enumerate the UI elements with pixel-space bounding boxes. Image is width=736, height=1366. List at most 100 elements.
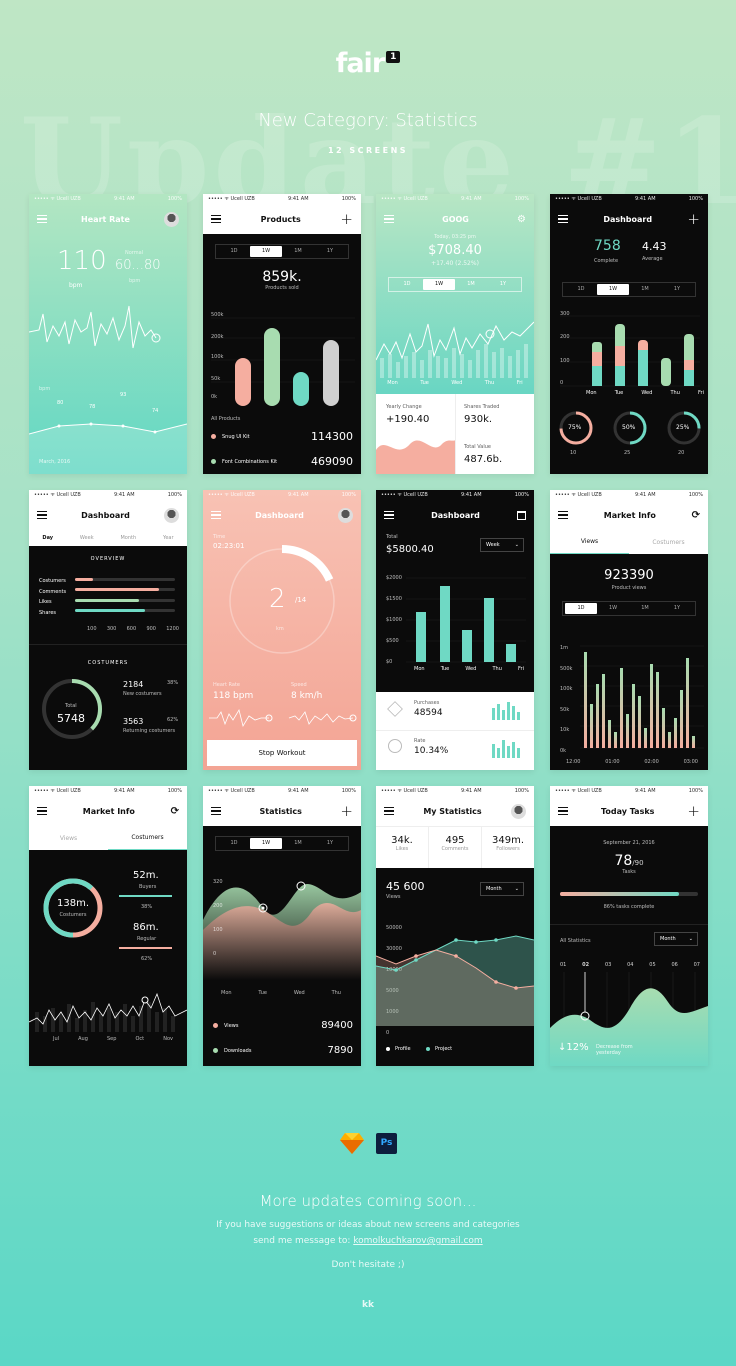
y-tick: 500k	[211, 312, 224, 318]
stock-date: Today, 03:25 pm	[434, 234, 476, 240]
menu-icon[interactable]	[211, 807, 221, 815]
stop-workout-button[interactable]: Stop Workout	[207, 740, 357, 766]
period-select[interactable]: Month ⌄	[654, 932, 698, 946]
menu-icon[interactable]	[558, 807, 568, 815]
plus-icon[interactable]: +	[687, 211, 700, 227]
average-value: 4.43	[642, 240, 667, 253]
tab-views[interactable]: Views	[29, 835, 108, 842]
tab-1y[interactable]: 1Y	[661, 603, 693, 614]
tab-1d[interactable]: 1D	[218, 246, 250, 257]
legend-downloads: Downloads 7890	[213, 1045, 353, 1056]
purchases-mini-bars	[492, 702, 520, 720]
screen-title: Market Info	[82, 806, 135, 816]
screen-workout: ••••• ᯤ Ucell UZB 9:41 AM 100% Dashboard T…	[203, 490, 361, 770]
tab-1y[interactable]: 1Y	[314, 838, 346, 849]
tab-1d[interactable]: 1D	[565, 284, 597, 295]
heart-rate-line	[29, 305, 161, 349]
tab-1y[interactable]: 1Y	[314, 246, 346, 257]
tab-views[interactable]: Views	[550, 531, 629, 554]
avatar[interactable]	[163, 211, 179, 227]
email-link[interactable]: komolkuchkarov@gmail.com	[353, 1236, 482, 1246]
plus-icon[interactable]: +	[340, 211, 353, 227]
costumers-total: 138m.	[56, 898, 89, 909]
ring-pct: 75%	[568, 424, 582, 431]
decrease-text: Decrease from yesterday	[596, 1044, 633, 1056]
menu-icon[interactable]	[384, 511, 394, 519]
plus-icon[interactable]: +	[340, 803, 353, 819]
tab-1m[interactable]: 1M	[282, 246, 314, 257]
menu-icon[interactable]	[558, 511, 568, 519]
tab-1w[interactable]: 1W	[250, 246, 282, 257]
x-axis: 12:00 01:00 02:00 03:00	[566, 759, 698, 765]
tasks-total: /90	[632, 859, 644, 867]
stock-price: $708.40	[428, 243, 482, 258]
dashboard-bar-chart	[406, 577, 526, 663]
menu-icon[interactable]	[384, 807, 394, 815]
footer-line-1: If you have suggestions or ideas about n…	[216, 1220, 520, 1230]
complete-label: Complete	[594, 258, 619, 264]
tab-costumers[interactable]: Costumers	[629, 539, 708, 546]
month-axis: Jul Aug Sep Oct Nov	[53, 1036, 173, 1042]
tab-1d[interactable]: 1D	[218, 838, 250, 849]
refresh-icon[interactable]: ⟳	[171, 806, 179, 817]
distance-total: /14	[295, 596, 307, 604]
tab-costumers[interactable]: Costumers	[108, 827, 187, 850]
plus-icon[interactable]: +	[687, 803, 700, 819]
menu-icon[interactable]	[558, 215, 568, 223]
heart-rate-value: 118 bpm	[213, 691, 254, 701]
date-label: March, 2016	[39, 459, 71, 465]
period-select[interactable]: Week ⌄	[480, 538, 524, 552]
tab-1m[interactable]: 1M	[282, 838, 314, 849]
avatar[interactable]	[337, 507, 353, 523]
avatar[interactable]	[163, 507, 179, 523]
new-costumers-pct: 38%	[167, 680, 179, 686]
tab-week[interactable]: Week	[80, 535, 94, 541]
menu-icon[interactable]	[384, 215, 394, 223]
y-tick: 0k	[211, 394, 218, 400]
tab-1w[interactable]: 1W	[250, 838, 282, 849]
footer-title: More updates coming soon...	[259, 1192, 477, 1210]
page-title: New Category: Statistics	[258, 110, 478, 131]
tab-1m[interactable]: 1M	[629, 284, 661, 295]
tab-1w[interactable]: 1W	[597, 603, 629, 614]
tab-1d[interactable]: 1D	[391, 279, 423, 290]
tab-1w[interactable]: 1W	[597, 284, 629, 295]
total-value: $5800.40	[386, 544, 434, 555]
menu-icon[interactable]	[37, 215, 47, 223]
menu-icon[interactable]	[37, 807, 47, 815]
yearly-change-chart	[376, 440, 456, 474]
avatar[interactable]	[511, 803, 526, 819]
axis-label: bpm	[39, 386, 51, 392]
list-item[interactable]: Snug UI Kit 114300	[211, 430, 353, 443]
regular-label: Regular	[137, 936, 157, 942]
list-item[interactable]: Font Combinations Kit 469090	[211, 455, 353, 468]
tab-month[interactable]: Month	[120, 535, 136, 541]
yearly-change-value: +190.40	[386, 414, 430, 425]
tab-1y[interactable]: 1Y	[487, 279, 519, 290]
menu-icon[interactable]	[37, 511, 47, 519]
regular-pct: 62%	[141, 956, 153, 962]
tab-day[interactable]: Day	[42, 535, 53, 541]
tab-1w[interactable]: 1W	[423, 279, 455, 290]
tasks-label: Tasks	[622, 869, 636, 875]
ring-pct: 50%	[622, 424, 636, 431]
screen-market-info-2: ••••• ᯤ Ucell UZB 9:41 AM 100% Market Info…	[29, 786, 187, 1066]
buyers-label: Buyers	[139, 884, 157, 890]
calendar-icon[interactable]	[516, 510, 526, 520]
tab-1y[interactable]: 1Y	[661, 284, 693, 295]
tab-1m[interactable]: 1M	[455, 279, 487, 290]
menu-icon[interactable]	[211, 215, 221, 223]
tab-1d[interactable]: 1D	[565, 603, 597, 614]
period-select[interactable]: Month ⌄	[480, 882, 524, 896]
stats-row: 34k. Likes 495 Comments 349m. Followers	[376, 826, 534, 868]
menu-icon[interactable]	[211, 511, 221, 519]
refresh-icon[interactable]: ⟳	[692, 510, 700, 521]
screen-dashboard-3: ••••• ᯤ Ucell UZB 9:41 AM 100% Dashboard T…	[376, 490, 534, 770]
tab-year[interactable]: Year	[163, 535, 174, 541]
ring-value: 20	[678, 450, 685, 456]
gear-icon[interactable]: ⚙	[517, 214, 526, 225]
market-line-chart	[29, 992, 187, 1032]
tab-1m[interactable]: 1M	[629, 603, 661, 614]
total-label: Total	[65, 703, 77, 709]
point-label: 78	[89, 404, 96, 410]
